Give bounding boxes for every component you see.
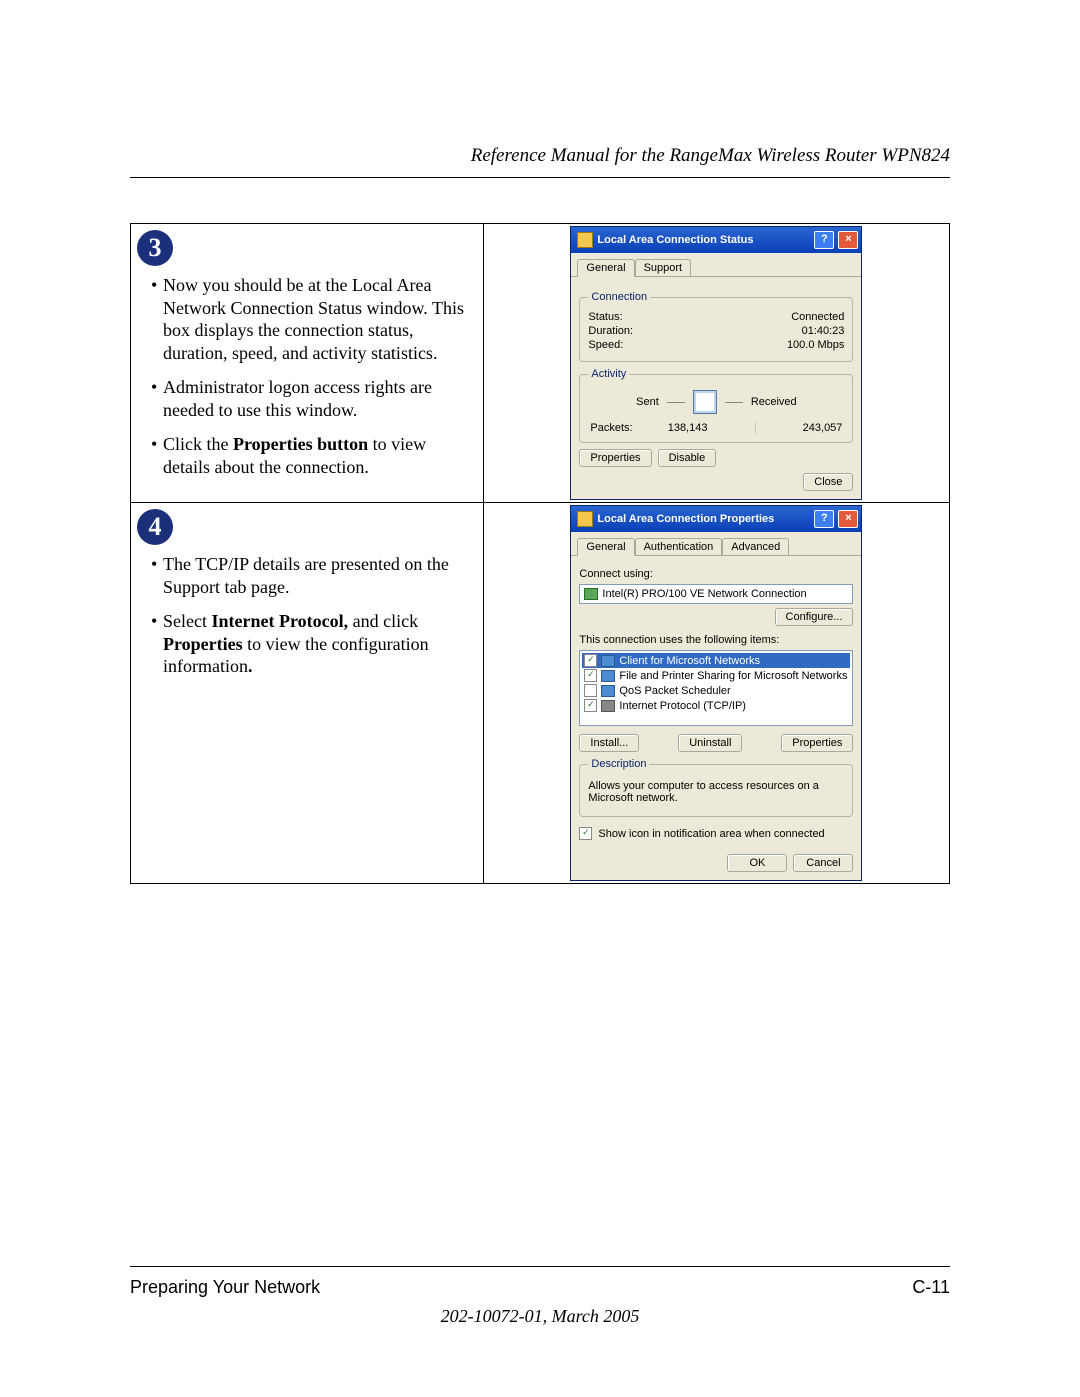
divider xyxy=(667,402,685,403)
computers-icon xyxy=(693,390,717,414)
item-label: Internet Protocol (TCP/IP) xyxy=(619,700,746,712)
list-item[interactable]: ✓ Internet Protocol (TCP/IP) xyxy=(582,698,850,713)
show-icon-checkbox[interactable]: ✓ xyxy=(579,827,592,840)
step3-figure-cell: Local Area Connection Status ? × General… xyxy=(483,224,949,503)
window-title: Local Area Connection Properties xyxy=(597,513,774,525)
doc-header: Reference Manual for the RangeMax Wirele… xyxy=(130,145,950,178)
tab-general[interactable]: General xyxy=(577,259,634,277)
duration-value: 01:40:23 xyxy=(802,325,845,337)
text-bold: Internet Protocol, xyxy=(211,611,348,631)
properties-button[interactable]: Properties xyxy=(781,734,853,752)
description-text: Allows your computer to access resources… xyxy=(588,780,844,804)
text-bold: . xyxy=(248,656,253,676)
client-icon xyxy=(601,655,615,667)
configure-button[interactable]: Configure... xyxy=(775,608,854,626)
footer-section-title: Preparing Your Network xyxy=(130,1277,320,1298)
titlebar: Local Area Connection Properties ? × xyxy=(571,506,861,532)
divider xyxy=(725,402,743,403)
cancel-button[interactable]: Cancel xyxy=(793,854,853,872)
connection-legend: Connection xyxy=(588,291,650,303)
checkbox-icon[interactable]: ✓ xyxy=(584,699,597,712)
close-button[interactable]: × xyxy=(838,510,858,528)
step-number-3: 3 xyxy=(137,230,173,266)
packets-label: Packets: xyxy=(590,422,632,434)
text-bold: Properties button xyxy=(233,434,368,454)
list-item[interactable]: ✓ QoS Packet Scheduler xyxy=(582,683,850,698)
footer-page-number: C-11 xyxy=(912,1277,950,1298)
close-button[interactable]: × xyxy=(838,231,858,249)
tab-support[interactable]: Support xyxy=(635,259,692,276)
connection-group: Connection Status: Connected Duration: 01:… xyxy=(579,291,853,362)
item-label: Client for Microsoft Networks xyxy=(619,655,760,667)
packets-received: 243,057 xyxy=(803,422,843,434)
text-bold: Properties xyxy=(163,634,243,654)
checkbox-icon[interactable]: ✓ xyxy=(584,654,597,667)
step3-text-cell: 3 Now you should be at the Local Area Ne… xyxy=(131,224,484,503)
footer-docid: 202-10072-01, March 2005 xyxy=(130,1306,950,1327)
item-label: File and Printer Sharing for Microsoft N… xyxy=(619,670,847,682)
window-title: Local Area Connection Status xyxy=(597,234,753,246)
adapter-field: Intel(R) PRO/100 VE Network Connection xyxy=(579,584,853,604)
duration-label: Duration: xyxy=(588,325,633,337)
list-item[interactable]: ✓ Client for Microsoft Networks xyxy=(582,653,850,668)
text: and click xyxy=(348,611,418,631)
checkbox-icon[interactable]: ✓ xyxy=(584,684,597,697)
close-button-2[interactable]: Close xyxy=(803,473,853,491)
sent-label: Sent xyxy=(636,396,659,408)
steps-table: 3 Now you should be at the Local Area Ne… xyxy=(130,223,950,884)
tab-general[interactable]: General xyxy=(577,538,634,556)
lan-properties-window: Local Area Connection Properties ? × Gen… xyxy=(570,505,862,881)
speed-value: 100.0 Mbps xyxy=(787,339,844,351)
tab-advanced[interactable]: Advanced xyxy=(722,538,789,555)
status-value: Connected xyxy=(791,311,844,323)
step-number-4: 4 xyxy=(137,509,173,545)
description-group: Description Allows your computer to acce… xyxy=(579,758,853,817)
titlebar: Local Area Connection Status ? × xyxy=(571,227,861,253)
adapter-icon xyxy=(584,588,598,600)
speed-label: Speed: xyxy=(588,339,623,351)
service-icon xyxy=(601,670,615,682)
tabs: General Support xyxy=(571,253,861,277)
items-label: This connection uses the following items… xyxy=(579,634,853,646)
ok-button[interactable]: OK xyxy=(727,854,787,872)
step4-bullet-1: The TCP/IP details are presented on the … xyxy=(151,553,477,598)
packets-sent: 138,143 xyxy=(668,422,708,434)
text: Select xyxy=(163,611,211,631)
step4-figure-cell: Local Area Connection Properties ? × Gen… xyxy=(483,503,949,884)
text: Click the xyxy=(163,434,233,454)
tabs: General Authentication Advanced xyxy=(571,532,861,556)
divider xyxy=(755,422,756,434)
received-label: Received xyxy=(751,396,797,408)
network-icon xyxy=(577,232,593,248)
item-label: QoS Packet Scheduler xyxy=(619,685,730,697)
status-label: Status: xyxy=(588,311,622,323)
activity-group: Activity Sent Received Packets: 138,143 xyxy=(579,368,853,443)
step4-bullet-2: Select Internet Protocol, and click Prop… xyxy=(151,610,477,678)
list-item[interactable]: ✓ File and Printer Sharing for Microsoft… xyxy=(582,668,850,683)
help-button[interactable]: ? xyxy=(814,231,834,249)
connect-using-label: Connect using: xyxy=(579,568,853,580)
checkbox-icon[interactable]: ✓ xyxy=(584,669,597,682)
connection-items-list[interactable]: ✓ Client for Microsoft Networks ✓ File a… xyxy=(579,650,853,726)
uninstall-button[interactable]: Uninstall xyxy=(678,734,742,752)
service-icon xyxy=(601,685,615,697)
disable-button[interactable]: Disable xyxy=(658,449,717,467)
tab-authentication[interactable]: Authentication xyxy=(635,538,723,555)
step4-text-cell: 4 The TCP/IP details are presented on th… xyxy=(131,503,484,884)
install-button[interactable]: Install... xyxy=(579,734,639,752)
show-icon-label: Show icon in notification area when conn… xyxy=(598,828,824,840)
page-footer: Preparing Your Network C-11 202-10072-01… xyxy=(130,1266,950,1327)
step3-bullet-1: Now you should be at the Local Area Netw… xyxy=(151,274,477,364)
step3-bullet-2: Administrator logon access rights are ne… xyxy=(151,376,477,421)
help-button[interactable]: ? xyxy=(814,510,834,528)
adapter-name: Intel(R) PRO/100 VE Network Connection xyxy=(602,588,806,600)
step3-bullet-3: Click the Properties button to view deta… xyxy=(151,433,477,478)
lan-status-window: Local Area Connection Status ? × General… xyxy=(570,226,862,500)
activity-legend: Activity xyxy=(588,368,629,380)
protocol-icon xyxy=(601,700,615,712)
description-legend: Description xyxy=(588,758,649,770)
properties-button[interactable]: Properties xyxy=(579,449,651,467)
network-icon xyxy=(577,511,593,527)
